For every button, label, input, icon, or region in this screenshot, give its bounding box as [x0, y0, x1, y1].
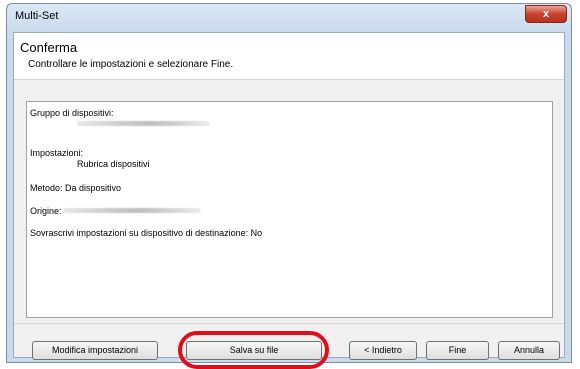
device-group-value-redacted: [77, 121, 210, 126]
close-icon: x: [542, 8, 550, 20]
back-button[interactable]: < Indietro: [349, 341, 417, 360]
settings-value: Rubrica dispositivi: [77, 159, 150, 169]
window-title: Multi-Set: [15, 10, 59, 22]
dialog-client-area: Conferma Controllare le impostazioni e s…: [13, 32, 565, 369]
origin-value-redacted: [63, 208, 201, 213]
wizard-header: Conferma Controllare le impostazioni e s…: [14, 33, 564, 80]
origin-label: Origine:: [30, 206, 62, 216]
highlight-ring: [178, 331, 329, 369]
finish-button[interactable]: Fine: [426, 341, 489, 360]
close-button[interactable]: x: [525, 5, 567, 23]
cancel-button[interactable]: Annulla: [498, 341, 560, 360]
modify-settings-button[interactable]: Modifica impostazioni: [32, 341, 158, 360]
settings-summary-box[interactable]: Gruppo di dispositivi: Impostazioni: Rub…: [26, 101, 553, 318]
overwrite-label: Sovrascrivi impostazioni su dispositivo …: [30, 228, 263, 238]
settings-label: Impostazioni:: [30, 148, 84, 158]
method-label: Metodo: Da dispositivo: [30, 183, 122, 193]
page-subtitle: Controllare le impostazioni e selezionar…: [28, 59, 234, 70]
device-group-label: Gruppo di dispositivi:: [30, 108, 114, 118]
footer-divider: [14, 323, 564, 324]
page-title: Conferma: [20, 40, 78, 55]
title-bar[interactable]: Multi-Set x: [7, 4, 571, 32]
multi-set-window: Multi-Set x Conferma Controllare le impo…: [6, 3, 572, 369]
